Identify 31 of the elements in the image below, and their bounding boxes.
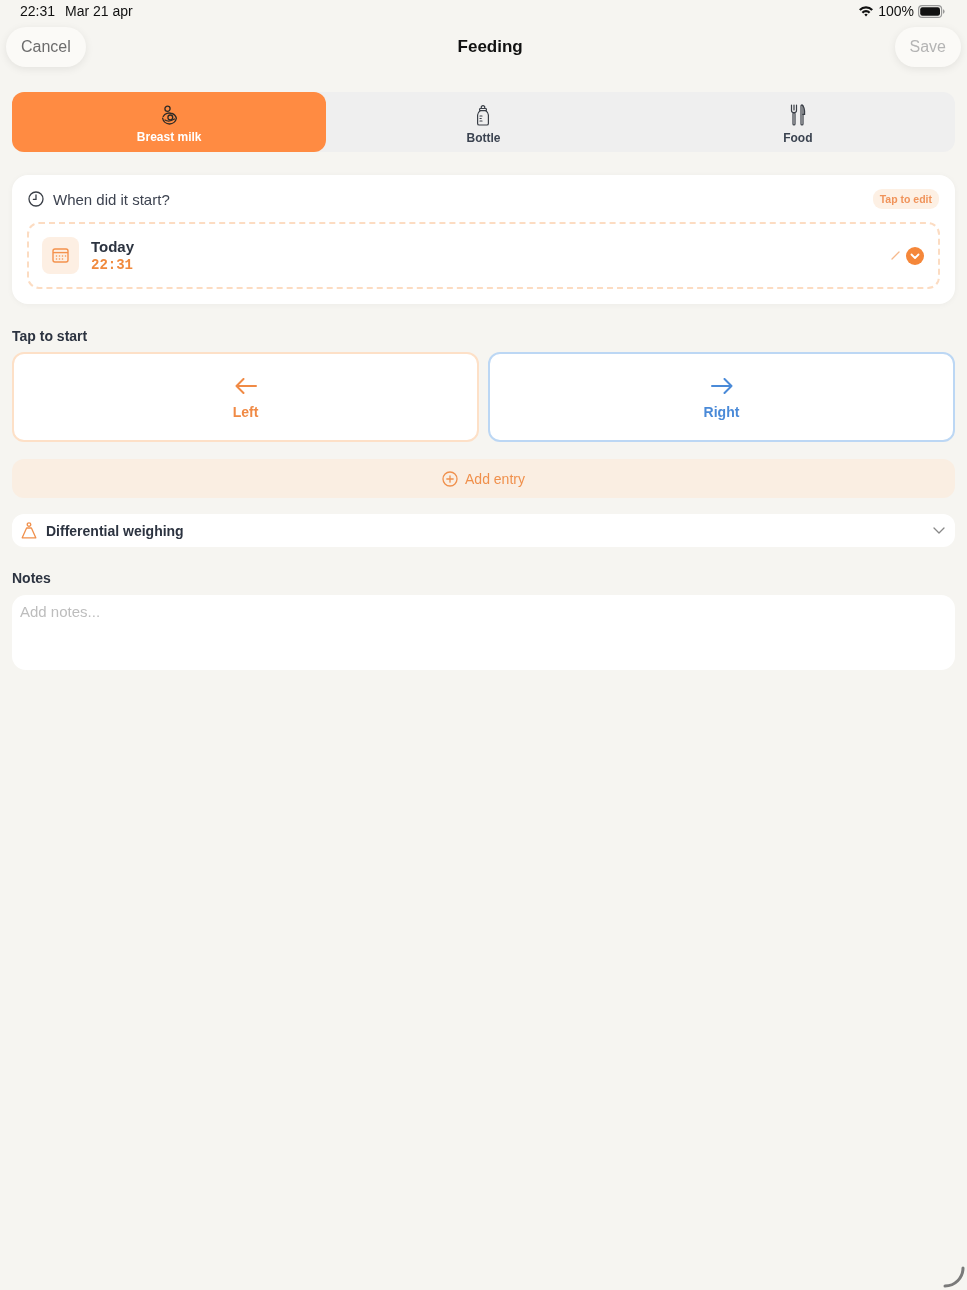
resize-handle-icon[interactable] [943, 1266, 965, 1288]
arrow-right-icon [710, 378, 733, 394]
sides-heading: Tap to start [12, 327, 89, 345]
arrow-left-icon [234, 378, 257, 394]
status-time: 22:31 [20, 3, 56, 19]
differential-weighing-row[interactable]: Differential weighing [12, 514, 955, 547]
cancel-button[interactable]: Cancel [6, 27, 86, 67]
parent-with-baby-icon [159, 104, 180, 125]
start-time: 22:31 [91, 257, 134, 273]
battery-percent: 100% [878, 3, 914, 19]
start-question: When did it start? [53, 190, 171, 208]
battery-icon [918, 4, 945, 18]
notes-field[interactable]: Add notes... [12, 595, 955, 670]
start-day: Today [91, 238, 891, 255]
calendar-icon [42, 237, 79, 274]
status-date: Mar 21 apr [65, 3, 133, 19]
wifi-icon [858, 5, 875, 17]
chevron-down-circle-icon [906, 246, 924, 265]
screen-title: Feeding [457, 37, 523, 57]
tap-to-edit-badge: Tap to edit [872, 189, 939, 209]
fork-knife-icon [789, 103, 806, 126]
date-time-picker[interactable]: Today 22:31 [27, 222, 940, 289]
feed-type-tab[interactable]: Bottle [326, 92, 641, 152]
weight-icon [21, 522, 37, 539]
side-button[interactable]: Right [488, 352, 955, 442]
clock-icon [28, 191, 44, 207]
plus-circle-icon [442, 470, 459, 487]
feed-type-tab[interactable]: Food [640, 92, 955, 152]
baby-bottle-icon [476, 103, 491, 126]
notes-heading: Notes [12, 569, 52, 587]
pencil-icon [891, 251, 900, 260]
